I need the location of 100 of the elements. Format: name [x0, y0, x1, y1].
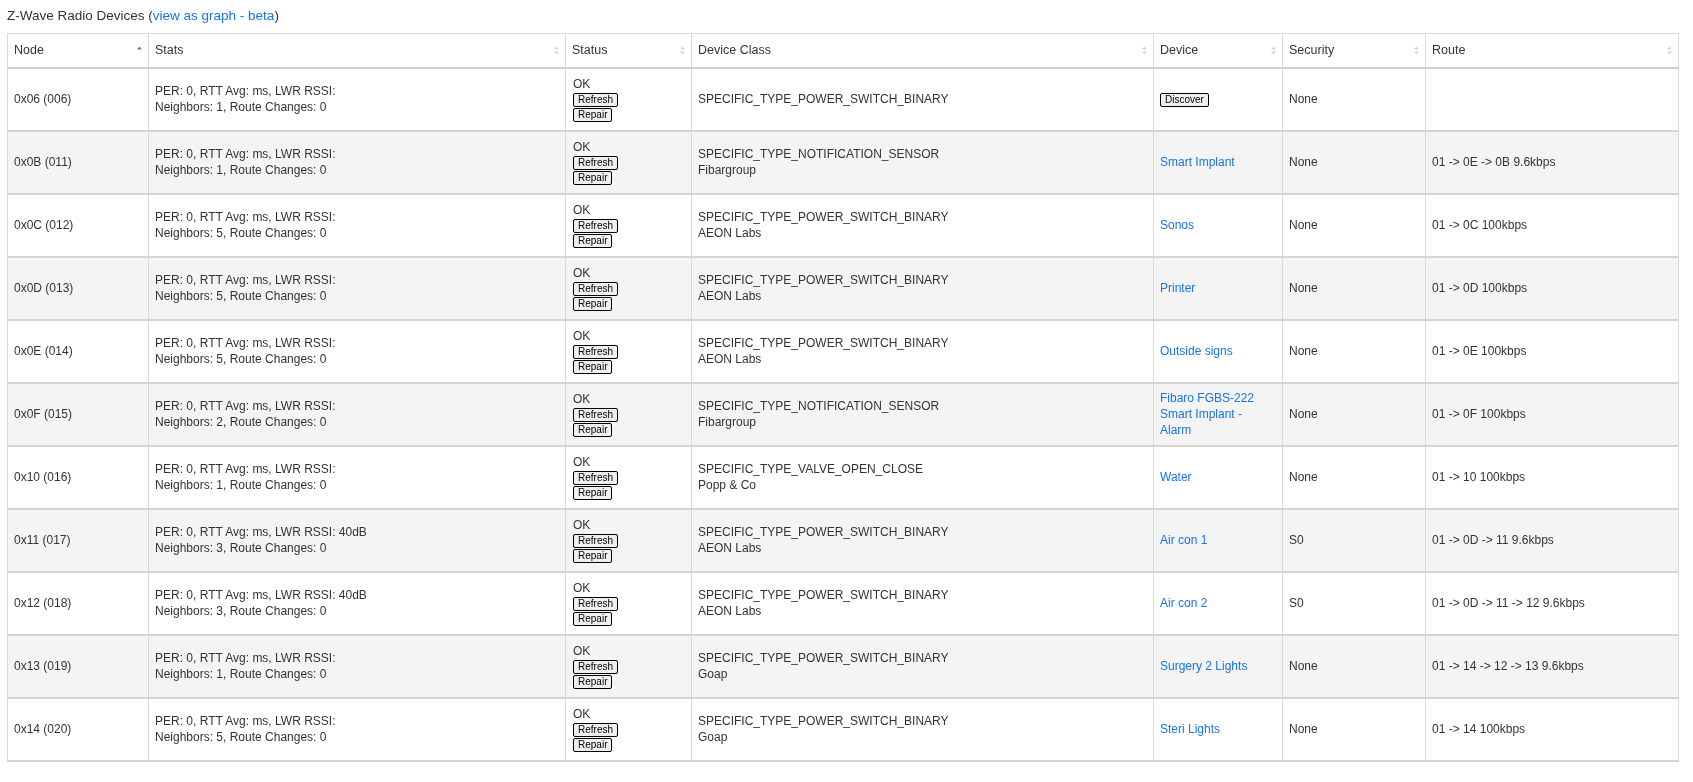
- node-id: 0x12 (018): [14, 596, 72, 610]
- device-link[interactable]: Water: [1160, 469, 1276, 485]
- column-header[interactable]: Device: [1153, 33, 1283, 68]
- device-class-text: SPECIFIC_TYPE_POWER_SWITCH_BINARY: [698, 587, 950, 603]
- device-link[interactable]: Sonos: [1160, 217, 1276, 233]
- refresh-button[interactable]: Refresh: [573, 470, 618, 485]
- route-text: 01 -> 14 100kbps: [1432, 722, 1526, 736]
- device-class-text: SPECIFIC_TYPE_POWER_SWITCH_BINARY: [698, 209, 950, 225]
- repair-button[interactable]: Repair: [573, 485, 613, 500]
- stats-text: Neighbors: 1, Route Changes: 0: [155, 99, 328, 115]
- route-text: 01 -> 0E 100kbps: [1432, 344, 1527, 358]
- device-class-text: SPECIFIC_TYPE_VALVE_OPEN_CLOSE: [698, 461, 924, 477]
- route-text: 01 -> 0F 100kbps: [1432, 407, 1526, 421]
- repair-button[interactable]: Repair: [573, 107, 613, 122]
- status-text: OK: [573, 391, 591, 407]
- device-link[interactable]: Air con 1: [1160, 532, 1276, 548]
- security-text: None: [1289, 92, 1318, 106]
- device-class-text: SPECIFIC_TYPE_POWER_SWITCH_BINARY: [698, 91, 950, 107]
- refresh-button[interactable]: Refresh: [573, 533, 618, 548]
- device-class-text: SPECIFIC_TYPE_POWER_SWITCH_BINARY: [698, 524, 950, 540]
- stats-text: PER: 0, RTT Avg: ms, LWR RSSI:: [155, 461, 337, 477]
- stats-text: Neighbors: 2, Route Changes: 0: [155, 414, 328, 430]
- stats-text: PER: 0, RTT Avg: ms, LWR RSSI: 40dB: [155, 524, 368, 540]
- refresh-button[interactable]: Refresh: [573, 155, 618, 170]
- refresh-button[interactable]: Refresh: [573, 344, 618, 359]
- device-class-text: Goap: [698, 729, 729, 745]
- column-header[interactable]: Node: [7, 33, 149, 68]
- stats-text: Neighbors: 3, Route Changes: 0: [155, 540, 328, 556]
- security-text: None: [1289, 218, 1318, 232]
- device-class-text: AEON Labs: [698, 351, 763, 367]
- security-text: None: [1289, 659, 1318, 673]
- stats-text: PER: 0, RTT Avg: ms, LWR RSSI:: [155, 398, 337, 414]
- refresh-button[interactable]: Refresh: [573, 218, 618, 233]
- route-text: 01 -> 14 -> 12 -> 13 9.6kbps: [1432, 659, 1584, 673]
- status-text: OK: [573, 454, 591, 470]
- security-text: None: [1289, 344, 1318, 358]
- device-link[interactable]: Fibaro FGBS-222 Smart Implant - Alarm: [1160, 390, 1276, 438]
- security-text: None: [1289, 722, 1318, 736]
- repair-button[interactable]: Repair: [573, 674, 613, 689]
- stats-text: PER: 0, RTT Avg: ms, LWR RSSI:: [155, 713, 337, 729]
- node-id: 0x0C (012): [14, 218, 74, 232]
- refresh-button[interactable]: Refresh: [573, 281, 618, 296]
- device-link[interactable]: Steri Lights: [1160, 721, 1276, 737]
- device-class-text: SPECIFIC_TYPE_POWER_SWITCH_BINARY: [698, 335, 950, 351]
- device-link[interactable]: Printer: [1160, 280, 1276, 296]
- stats-text: PER: 0, RTT Avg: ms, LWR RSSI:: [155, 83, 337, 99]
- node-id: 0x0F (015): [14, 407, 73, 421]
- page-title: ): [274, 7, 279, 26]
- repair-button[interactable]: Repair: [573, 548, 613, 563]
- stats-text: PER: 0, RTT Avg: ms, LWR RSSI:: [155, 209, 337, 225]
- device-link[interactable]: Air con 2: [1160, 595, 1276, 611]
- node-id: 0x0B (011): [14, 155, 72, 169]
- stats-text: Neighbors: 1, Route Changes: 0: [155, 162, 328, 178]
- stats-text: Neighbors: 1, Route Changes: 0: [155, 666, 328, 682]
- repair-button[interactable]: Repair: [573, 233, 613, 248]
- device-class-text: SPECIFIC_TYPE_NOTIFICATION_SENSOR: [698, 146, 941, 162]
- column-header[interactable]: Security: [1282, 33, 1426, 68]
- stats-text: PER: 0, RTT Avg: ms, LWR RSSI:: [155, 272, 337, 288]
- status-text: OK: [573, 328, 591, 344]
- node-id: 0x14 (020): [14, 722, 72, 736]
- graph-link[interactable]: view as graph - beta: [152, 6, 275, 27]
- device-class-text: AEON Labs: [698, 225, 763, 241]
- route-text: 01 -> 0C 100kbps: [1432, 218, 1528, 232]
- security-text: S0: [1289, 596, 1304, 610]
- repair-button[interactable]: Repair: [573, 296, 613, 311]
- device-link[interactable]: Surgery 2 Lights: [1160, 658, 1276, 674]
- refresh-button[interactable]: Refresh: [573, 659, 618, 674]
- device-class-text: SPECIFIC_TYPE_POWER_SWITCH_BINARY: [698, 272, 950, 288]
- node-id: 0x10 (016): [14, 470, 72, 484]
- stats-text: Neighbors: 5, Route Changes: 0: [155, 351, 328, 367]
- route-text: 01 -> 10 100kbps: [1432, 470, 1526, 484]
- refresh-button[interactable]: Refresh: [573, 722, 618, 737]
- column-header[interactable]: Route: [1425, 33, 1679, 68]
- device-class-text: SPECIFIC_TYPE_NOTIFICATION_SENSOR: [698, 398, 941, 414]
- page-title: Z-Wave Radio Devices (: [7, 7, 153, 26]
- security-text: S0: [1289, 533, 1304, 547]
- repair-button[interactable]: Repair: [573, 422, 613, 437]
- refresh-button[interactable]: Refresh: [573, 596, 618, 611]
- node-id: 0x13 (019): [14, 659, 72, 673]
- column-header[interactable]: Status: [565, 33, 692, 68]
- column-header[interactable]: Device Class: [691, 33, 1154, 68]
- route-text: 01 -> 0E -> 0B 9.6kbps: [1432, 155, 1556, 169]
- node-id: 0x0D (013): [14, 281, 74, 295]
- status-text: OK: [573, 202, 591, 218]
- column-header[interactable]: Stats: [148, 33, 566, 68]
- device-class-text: Fibargroup: [698, 162, 758, 178]
- device-link[interactable]: Outside signs: [1160, 343, 1276, 359]
- refresh-button[interactable]: Refresh: [573, 407, 618, 422]
- status-text: OK: [573, 139, 591, 155]
- node-id: 0x06 (006): [14, 92, 72, 106]
- refresh-button[interactable]: Refresh: [573, 92, 618, 107]
- repair-button[interactable]: Repair: [573, 611, 613, 626]
- repair-button[interactable]: Repair: [573, 170, 613, 185]
- device-link[interactable]: Smart Implant: [1160, 154, 1276, 170]
- repair-button[interactable]: Repair: [573, 737, 613, 752]
- node-id: 0x11 (017): [14, 533, 71, 547]
- stats-text: Neighbors: 1, Route Changes: 0: [155, 477, 328, 493]
- repair-button[interactable]: Repair: [573, 359, 613, 374]
- discover-button[interactable]: Discover: [1160, 93, 1209, 107]
- device-class-text: Goap: [698, 666, 729, 682]
